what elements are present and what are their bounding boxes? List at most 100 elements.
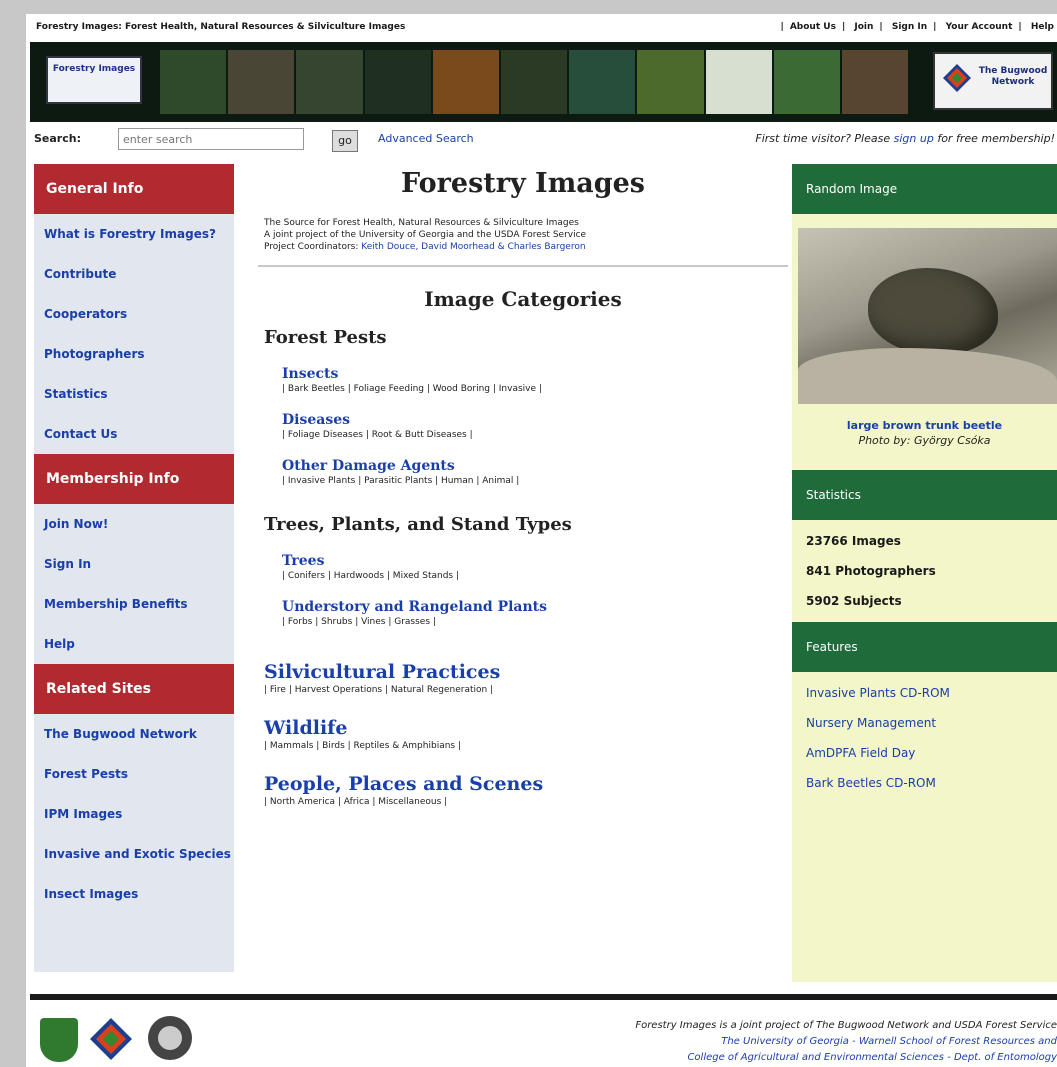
stat-photographers: 841 Photographers [806, 564, 936, 578]
sidebar-item-photographers[interactable]: Photographers [34, 334, 234, 374]
category-silviculture: Silvicultural Practices | Fire | Harvest… [264, 661, 788, 695]
random-image-heading: Random Image [792, 164, 1057, 214]
banner-photo-strip [160, 50, 910, 114]
footer: Forestry Images is a joint project of Th… [26, 1002, 1057, 1067]
footer-line-2[interactable]: The University of Georgia - Warnell Scho… [226, 1034, 1057, 1050]
top-link-sign-in[interactable]: Sign In [892, 22, 927, 32]
sidebar-item-forest-pests[interactable]: Forest Pests [34, 754, 234, 794]
trees-link[interactable]: Trees [282, 553, 788, 569]
left-sidebar: General Info What is Forestry Images? Co… [34, 164, 234, 972]
sidebar-item-insect[interactable]: Insect Images [34, 874, 234, 914]
silviculture-link[interactable]: Silvicultural Practices [264, 661, 788, 683]
sidebar-item-contact[interactable]: Contact Us [34, 414, 234, 454]
category-diseases: Diseases | Foliage Diseases | Root & But… [282, 412, 788, 440]
forestry-images-logo[interactable]: Forestry Images [46, 56, 142, 104]
beetle-image [868, 268, 998, 354]
stat-images: 23766 Images [806, 534, 901, 548]
sidebar-item-cooperators[interactable]: Cooperators [34, 294, 234, 334]
logo-right-text: The Bugwood Network [978, 66, 1048, 87]
divider [258, 265, 788, 267]
sidebar-item-sign-in[interactable]: Sign In [34, 544, 234, 584]
feature-bark-beetles[interactable]: Bark Beetles CD-ROM [792, 768, 1057, 798]
search-input[interactable] [118, 128, 304, 150]
category-people: People, Places and Scenes | North Americ… [264, 773, 788, 807]
stat-subjects: 5902 Subjects [806, 594, 902, 608]
trees-subitems[interactable]: | Conifers | Hardwoods | Mixed Stands | [282, 571, 788, 581]
top-link-about[interactable]: About Us [790, 22, 836, 32]
related-sites-heading: Related Sites [34, 664, 234, 714]
search-label: Search: [34, 132, 81, 145]
first-time-prefix: First time visitor? Please [755, 132, 894, 145]
random-image-photo[interactable] [798, 228, 1057, 404]
usda-forest-service-icon[interactable] [40, 1018, 78, 1062]
sign-up-link[interactable]: sign up [894, 132, 934, 145]
understory-subitems[interactable]: | Forbs | Shrubs | Vines | Grasses | [282, 617, 788, 627]
footer-text: Forestry Images is a joint project of Th… [226, 1018, 1057, 1066]
bugwood-diamond-icon [943, 64, 971, 92]
university-georgia-seal-icon[interactable] [148, 1016, 192, 1060]
sidebar-item-join[interactable]: Join Now! [34, 504, 234, 544]
page-title: Forestry Images [400, 168, 646, 199]
other-damage-subitems[interactable]: | Invasive Plants | Parasitic Plants | H… [282, 476, 788, 486]
breadcrumb[interactable]: Forestry Images: Forest Health, Natural … [36, 14, 405, 40]
wildlife-subitems[interactable]: | Mammals | Birds | Reptiles & Amphibian… [264, 741, 788, 751]
top-link-account[interactable]: Your Account [946, 22, 1013, 32]
general-info-heading: General Info [34, 164, 234, 214]
top-links: | About Us | Join | Sign In | Your Account | … [780, 22, 1054, 32]
sidebar-item-bugwood[interactable]: The Bugwood Network [34, 714, 234, 754]
sidebar-item-ipm[interactable]: IPM Images [34, 794, 234, 834]
diseases-link[interactable]: Diseases [282, 412, 788, 428]
header-banner: Forestry Images The Bugwood Network [30, 42, 1057, 122]
bugwood-network-icon[interactable] [90, 1018, 132, 1060]
category-other-damage: Other Damage Agents | Invasive Plants | … [282, 458, 788, 486]
subtitle-line-3: Project Coordinators: Keith Douce, David… [264, 241, 782, 253]
sidebar-item-invasive[interactable]: Invasive and Exotic Species [34, 834, 234, 874]
top-strip: Forestry Images: Forest Health, Natural … [26, 14, 1057, 40]
sidebar-item-contribute[interactable]: Contribute [34, 254, 234, 294]
feature-invasive-plants[interactable]: Invasive Plants CD-ROM [792, 678, 1057, 708]
subtitle-line-2: A joint project of the University of Geo… [264, 230, 587, 240]
footer-line-3[interactable]: College of Agricultural and Environmenta… [226, 1050, 1057, 1066]
top-link-join[interactable]: Join [854, 22, 873, 32]
first-time-visitor-text: First time visitor? Please sign up for f… [755, 132, 1055, 145]
coordinators-links[interactable]: Keith Douce, David Moorhead & Charles Ba… [361, 242, 585, 252]
random-image-caption: large brown trunk beetle Photo by: Györg… [792, 418, 1057, 448]
sidebar-item-benefits[interactable]: Membership Benefits [34, 584, 234, 624]
footer-line-1: Forestry Images is a joint project of Th… [635, 1020, 1057, 1031]
insects-subitems[interactable]: | Bark Beetles | Foliage Feeding | Wood … [282, 384, 788, 394]
category-insects: Insects | Bark Beetles | Foliage Feeding… [282, 366, 788, 394]
people-link[interactable]: People, Places and Scenes [264, 773, 788, 795]
page: Forestry Images: Forest Health, Natural … [26, 14, 1057, 1067]
search-row: Search: go Advanced Search First time vi… [26, 124, 1057, 156]
feature-field-day[interactable]: AmDPFA Field Day [792, 738, 1057, 768]
coordinators-label: Project Coordinators: [264, 242, 362, 252]
category-wildlife: Wildlife | Mammals | Birds | Reptiles & … [264, 717, 788, 751]
search-go-button[interactable]: go [332, 130, 358, 152]
sidebar-item-help[interactable]: Help [34, 624, 234, 664]
subtitle: The Source for Forest Health, Natural Re… [258, 217, 788, 253]
understory-link[interactable]: Understory and Rangeland Plants [282, 599, 788, 615]
silviculture-subitems[interactable]: | Fire | Harvest Operations | Natural Re… [264, 685, 788, 695]
advanced-search-link[interactable]: Advanced Search [378, 132, 474, 145]
diseases-subitems[interactable]: | Foliage Diseases | Root & Butt Disease… [282, 430, 788, 440]
insects-link[interactable]: Insects [282, 366, 788, 382]
statistics-heading: Statistics [792, 470, 1057, 520]
features-heading: Features [792, 622, 1057, 672]
bugwood-network-logo[interactable]: The Bugwood Network [933, 52, 1053, 110]
category-trees: Trees | Conifers | Hardwoods | Mixed Sta… [282, 553, 788, 581]
caption-title[interactable]: large brown trunk beetle [792, 418, 1057, 433]
trees-heading: Trees, Plants, and Stand Types [264, 514, 572, 535]
categories-heading: Image Categories [424, 287, 622, 311]
sidebar-item-what-is[interactable]: What is Forestry Images? [34, 214, 234, 254]
rock-image [798, 348, 1057, 404]
people-subitems[interactable]: | North America | Africa | Miscellaneous… [264, 797, 788, 807]
other-damage-link[interactable]: Other Damage Agents [282, 458, 788, 474]
sidebar-item-statistics[interactable]: Statistics [34, 374, 234, 414]
subtitle-line-1: The Source for Forest Health, Natural Re… [264, 218, 579, 228]
wildlife-link[interactable]: Wildlife [264, 717, 788, 739]
caption-photographer: Photo by: György Csóka [858, 434, 991, 447]
top-link-help[interactable]: Help [1031, 22, 1054, 32]
feature-nursery[interactable]: Nursery Management [792, 708, 1057, 738]
right-sidebar: Random Image large brown trunk beetle Ph… [792, 164, 1057, 982]
forest-pests-heading: Forest Pests [264, 327, 387, 348]
